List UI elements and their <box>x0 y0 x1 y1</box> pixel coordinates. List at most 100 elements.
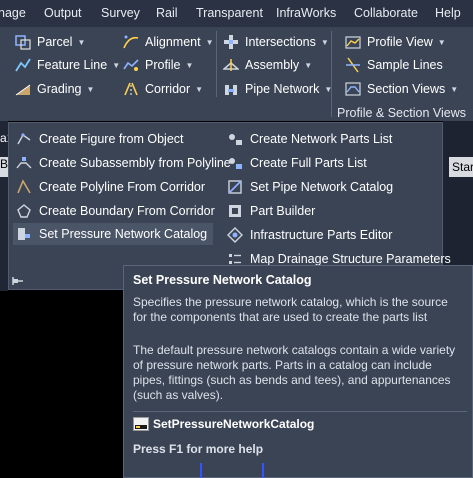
chevron-down-icon: ▼ <box>185 60 194 70</box>
tooltip-help: Press F1 for more help <box>133 442 264 456</box>
subassembly-icon <box>15 154 33 172</box>
chevron-down-icon: ▼ <box>304 60 313 70</box>
create-figure-from-object-item[interactable]: Create Figure from Object <box>15 128 184 150</box>
section-views-button[interactable]: Section Views ▼ <box>344 79 458 99</box>
menu-infraworks[interactable]: InfraWorks <box>276 6 336 20</box>
menu-output[interactable]: Output <box>44 6 82 20</box>
tooltip-command: SetPressureNetworkCatalog <box>133 417 314 431</box>
set-pressure-catalog-label: Set Pressure Network Catalog <box>39 227 208 241</box>
parts-list-icon <box>226 130 244 148</box>
corridor-icon <box>122 80 140 98</box>
alignment-button[interactable]: Alignment ▼ <box>122 32 214 52</box>
alignment-label: Alignment <box>145 35 201 49</box>
tooltip-divider <box>133 411 467 412</box>
create-full-parts-label: Create Full Parts List <box>250 156 367 170</box>
assembly-button[interactable]: Assembly ▼ <box>222 55 312 75</box>
pipe-network-icon <box>222 80 240 98</box>
create-polyline-label: Create Polyline From Corridor <box>39 180 206 194</box>
menu-manage[interactable]: nage <box>0 6 26 20</box>
profile-view-icon <box>344 33 362 51</box>
infra-parts-editor-icon <box>226 226 244 244</box>
profile-view-button[interactable]: Profile View ▼ <box>344 32 446 52</box>
chevron-down-icon: ▼ <box>86 84 95 94</box>
alignment-icon <box>122 33 140 51</box>
grading-button[interactable]: Grading ▼ <box>14 79 94 99</box>
create-polyline-from-corridor-item[interactable]: Create Polyline From Corridor <box>15 176 205 198</box>
chevron-down-icon: ▼ <box>195 84 204 94</box>
create-subassembly-item[interactable]: Create Subassembly from Polyline <box>15 152 231 174</box>
sample-lines-button[interactable]: Sample Lines <box>344 55 443 75</box>
parcel-button[interactable]: Parcel ▼ <box>14 32 85 52</box>
map-drainage-label: Map Drainage Structure Parameters <box>250 252 451 266</box>
section-views-icon <box>344 80 362 98</box>
polyline-corridor-icon <box>15 178 33 196</box>
chevron-down-icon: ▼ <box>205 37 214 47</box>
menu-survey[interactable]: Survey <box>101 6 140 20</box>
chevron-down-icon: ▼ <box>437 37 446 47</box>
set-pipe-network-catalog-item[interactable]: Set Pipe Network Catalog <box>226 176 393 198</box>
tooltip-details: The default pressure network catalogs co… <box>133 343 456 402</box>
sample-lines-label: Sample Lines <box>367 58 443 72</box>
pipe-network-button[interactable]: Pipe Network ▼ <box>222 79 332 99</box>
intersections-icon <box>222 33 240 51</box>
assembly-label: Assembly <box>245 58 300 72</box>
part-builder-icon <box>226 202 244 220</box>
chevron-down-icon: ▼ <box>112 60 121 70</box>
grading-icon <box>14 80 32 98</box>
ribbon-divider <box>216 31 217 97</box>
profile-label: Profile <box>145 58 181 72</box>
layer-field-fragment[interactable]: By <box>0 157 14 177</box>
command-name: SetPressureNetworkCatalog <box>153 417 315 431</box>
create-boundary-from-corridor-item[interactable]: Create Boundary From Corridor <box>15 200 215 222</box>
command-line-icon <box>133 417 149 431</box>
menu-help[interactable]: Help <box>435 6 461 20</box>
set-pipe-catalog-label: Set Pipe Network Catalog <box>250 180 394 194</box>
assembly-icon <box>222 56 240 74</box>
feature-line-icon <box>14 56 32 74</box>
intersections-button[interactable]: Intersections ▼ <box>222 32 329 52</box>
set-pressure-network-catalog-item[interactable]: Set Pressure Network Catalog <box>13 223 214 245</box>
sample-lines-icon <box>344 56 362 74</box>
menu-collaborate[interactable]: Collaborate <box>354 6 418 20</box>
menu-transparent[interactable]: Transparent <box>196 6 263 20</box>
chevron-down-icon: ▼ <box>320 37 329 47</box>
pressure-catalog-icon <box>15 225 33 243</box>
profile-button[interactable]: Profile ▼ <box>122 55 193 75</box>
pipe-network-label: Pipe Network <box>245 82 320 96</box>
infrastructure-parts-editor-item[interactable]: Infrastructure Parts Editor <box>226 224 392 246</box>
corridor-label: Corridor <box>145 82 191 96</box>
tooltip: Set Pressure Network Catalog Specifies t… <box>123 265 473 478</box>
chevron-down-icon: ▼ <box>77 37 86 47</box>
feature-line-button[interactable]: Feature Line ▼ <box>14 55 120 75</box>
menu-rail[interactable]: Rail <box>156 6 178 20</box>
tooltip-description: Specifies the pressure network catalog, … <box>133 295 448 324</box>
figure-icon <box>15 130 33 148</box>
drawing-background-left <box>0 121 8 291</box>
pipe-catalog-icon <box>226 178 244 196</box>
start-field[interactable]: Star <box>449 157 473 177</box>
tooltip-title: Set Pressure Network Catalog <box>133 273 312 287</box>
ribbon-panel: Parcel ▼ Feature Line ▼ Grading ▼ Alignment… <box>0 27 473 121</box>
parcel-label: Parcel <box>37 35 73 49</box>
create-subassembly-label: Create Subassembly from Polyline <box>39 156 231 170</box>
part-builder-label: Part Builder <box>250 204 316 218</box>
profile-view-label: Profile View <box>367 35 433 49</box>
drawing-line <box>262 463 264 478</box>
create-boundary-label: Create Boundary From Corridor <box>39 204 215 218</box>
panel-title: Profile & Section Views <box>337 106 466 120</box>
chevron-down-icon: ▼ <box>450 84 459 94</box>
menu-bar: nage Output Survey Rail Transparent Infr… <box>0 0 473 27</box>
feature-line-label: Feature Line <box>37 58 108 72</box>
profile-icon <box>122 56 140 74</box>
parcel-icon <box>14 33 32 51</box>
corridor-button[interactable]: Corridor ▼ <box>122 79 203 99</box>
boundary-icon <box>15 202 33 220</box>
infra-parts-editor-label: Infrastructure Parts Editor <box>250 228 393 242</box>
pin-icon[interactable] <box>12 275 24 290</box>
part-builder-item[interactable]: Part Builder <box>226 200 315 222</box>
create-full-parts-list-item[interactable]: Create Full Parts List <box>226 152 367 174</box>
create-network-parts-list-item[interactable]: Create Network Parts List <box>226 128 392 150</box>
drawing-line <box>200 463 202 478</box>
intersections-label: Intersections <box>245 35 316 49</box>
section-views-label: Section Views <box>367 82 446 96</box>
